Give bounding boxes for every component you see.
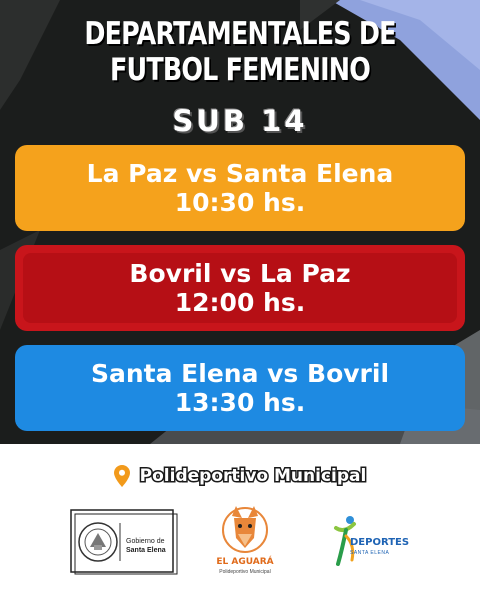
government-name: Gobierno de Santa Elena [126, 537, 166, 555]
deportes-name: DEPORTES [350, 537, 410, 548]
match-card-3: Santa Elena vs Bovril 13:30 hs. [15, 345, 465, 431]
match-card-1: La Paz vs Santa Elena 10:30 hs. [15, 145, 465, 231]
deportes-logo: DEPORTES SANTA ELENA [330, 510, 410, 574]
government-line-1: Gobierno de [126, 538, 165, 545]
match-teams: La Paz vs Santa Elena [86, 159, 394, 188]
aguara-logo: EL AGUARÁ Polideportivo Municipal [210, 504, 280, 584]
location-pin-icon [113, 465, 130, 487]
match-teams: Santa Elena vs Bovril [90, 359, 390, 388]
match-time: 13:30 hs. [174, 388, 306, 417]
aguara-subtitle: Polideportivo Municipal [219, 569, 271, 575]
title-line-2: FUTBOL FEMENINO [109, 52, 371, 88]
venue-name: Polideportivo Municipal [138, 465, 368, 488]
venue-row: Polideportivo Municipal [0, 460, 480, 492]
poster-header-area: DEPARTAMENTALES DE FUTBOL FEMENINO SUB 1… [0, 0, 480, 444]
flyer: DEPARTAMENTALES DE FUTBOL FEMENINO SUB 1… [0, 0, 480, 599]
title-line-1: DEPARTAMENTALES DE [84, 16, 396, 52]
government-line-2: Santa Elena [126, 547, 166, 554]
fox-mascot-icon [222, 506, 268, 553]
category-label: SUB 14 [172, 104, 308, 138]
match-teams: Bovril vs La Paz [129, 259, 351, 288]
deportes-subtitle: SANTA ELENA [350, 550, 390, 556]
aguara-name: EL AGUARÁ [216, 557, 274, 567]
government-logo: Gobierno de Santa Elena [70, 509, 178, 575]
match-time: 10:30 hs. [174, 188, 306, 217]
match-time: 12:00 hs. [174, 288, 306, 317]
match-card-2: Bovril vs La Paz 12:00 hs. [15, 245, 465, 331]
